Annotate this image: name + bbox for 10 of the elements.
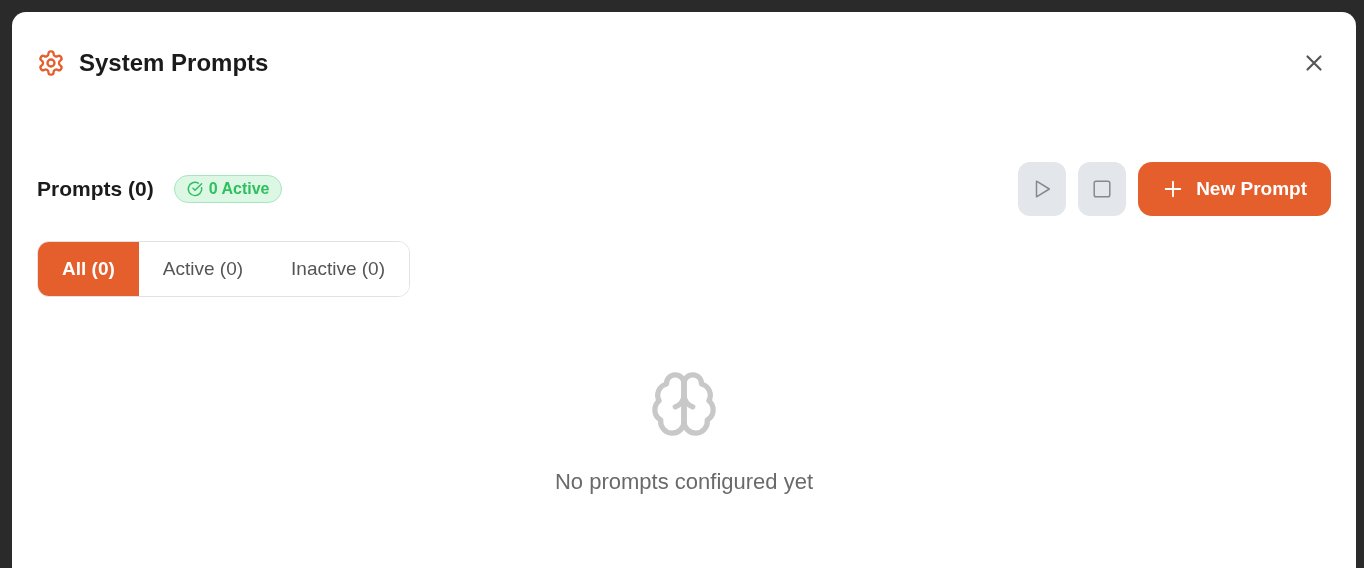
new-prompt-button[interactable]: New Prompt [1138,162,1331,216]
dialog-title: System Prompts [79,49,269,77]
brain-icon [649,369,719,439]
settings-icon [37,49,65,77]
section-title: Prompts (0) [37,177,154,201]
filter-tab[interactable]: All (0) [38,242,139,296]
check-circle-icon [186,181,203,197]
stop-icon [1091,178,1114,200]
badge-label: 0 Active [208,180,270,198]
empty-message: No prompts configured yet [555,469,813,495]
